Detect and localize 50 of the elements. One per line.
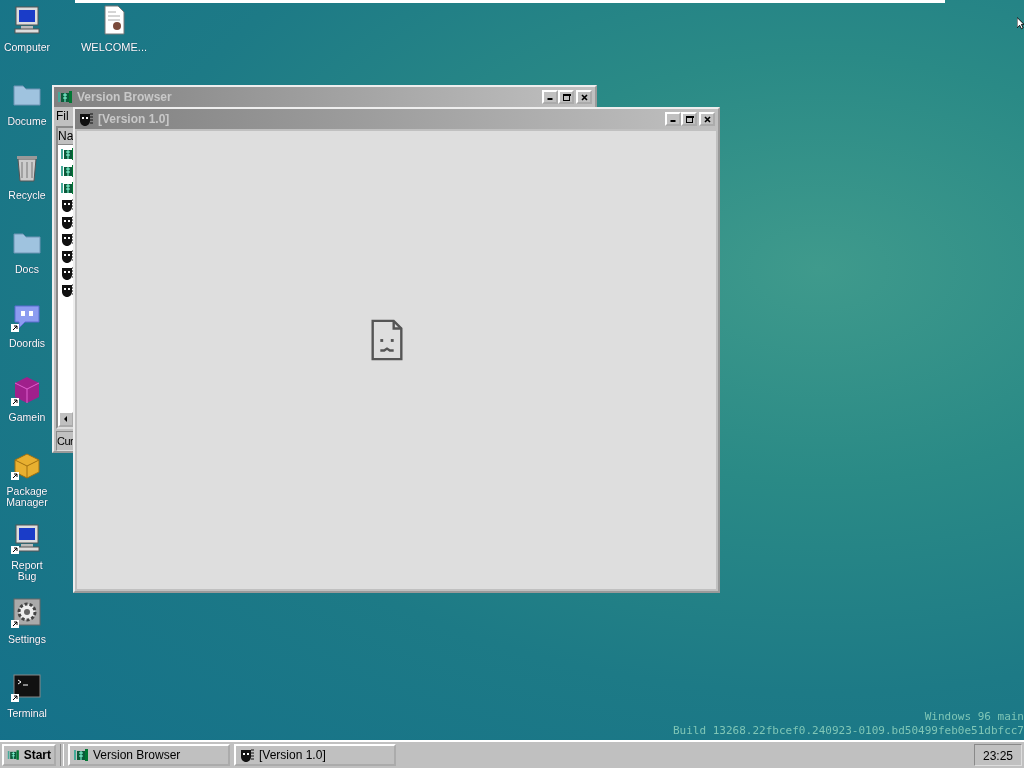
window-title: Version Browser bbox=[77, 90, 173, 104]
close-button[interactable] bbox=[699, 112, 715, 126]
shortcut-arrow-icon bbox=[11, 546, 19, 554]
menu-item[interactable]: Fil bbox=[56, 107, 76, 126]
start-button[interactable]: Start bbox=[2, 744, 56, 766]
close-icon bbox=[579, 92, 589, 102]
shortcut-arrow-icon bbox=[11, 472, 19, 480]
shortcut-arrow-icon bbox=[11, 398, 19, 406]
build-text: Build 13268.22fbcef0.240923-0109.bd50499feb0e51dbfcc7 bbox=[673, 724, 1024, 738]
mouse-cursor-icon bbox=[1017, 17, 1024, 30]
close-button[interactable] bbox=[576, 90, 592, 104]
desktop-icon-label[interactable]: Gamein bbox=[1, 412, 53, 423]
desktop-icon-label[interactable]: Package Manager bbox=[1, 486, 53, 508]
build-text: Windows 96 main bbox=[923, 710, 1024, 724]
window-title: [Version 1.0] bbox=[98, 112, 171, 126]
desktop-icon-label[interactable]: Doordis bbox=[1, 338, 53, 349]
desktop-icon-label[interactable]: Report Bug bbox=[1, 560, 53, 582]
taskbar-button[interactable]: Version Browser bbox=[68, 744, 230, 766]
clock: 23:25 bbox=[974, 744, 1022, 766]
maximize-icon bbox=[684, 114, 694, 124]
left-arrow-icon bbox=[62, 415, 70, 423]
shortcut-arrow-icon bbox=[11, 694, 19, 702]
tree-icon bbox=[57, 89, 73, 105]
shortcut-arrow-icon bbox=[11, 620, 19, 628]
gear-icon bbox=[11, 596, 43, 628]
desktop-icon-label[interactable]: WELCOME... bbox=[79, 42, 149, 53]
scroll-left-button[interactable] bbox=[58, 411, 74, 427]
minimize-button[interactable] bbox=[542, 90, 558, 104]
maximize-icon bbox=[561, 92, 571, 102]
close-icon bbox=[702, 114, 712, 124]
desktop-icon-label[interactable]: Terminal bbox=[1, 708, 53, 719]
broken-page-icon bbox=[369, 319, 404, 361]
desktop-icon-label[interactable]: Settings bbox=[1, 634, 53, 645]
maximize-button[interactable] bbox=[558, 90, 574, 104]
taskbar-button[interactable]: [Version 1.0] bbox=[234, 744, 396, 766]
tree-icon bbox=[7, 747, 20, 763]
desktop-icon-label[interactable]: Computer bbox=[1, 42, 53, 53]
desktop-icon-label[interactable]: Docume bbox=[1, 116, 53, 127]
minimize-icon bbox=[670, 120, 676, 122]
computer-icon bbox=[11, 4, 43, 36]
desktop-icon-label[interactable]: Docs bbox=[1, 264, 53, 275]
tree-icon bbox=[73, 747, 89, 763]
mask-icon bbox=[239, 747, 255, 763]
desktop-icon-label[interactable]: Recycle bbox=[1, 190, 53, 201]
maximize-button[interactable] bbox=[681, 112, 697, 126]
minimize-icon bbox=[547, 98, 553, 100]
column-header[interactable]: Na bbox=[58, 128, 74, 145]
minimize-button[interactable] bbox=[665, 112, 681, 126]
mask-icon bbox=[78, 111, 94, 127]
shortcut-arrow-icon bbox=[11, 324, 19, 332]
